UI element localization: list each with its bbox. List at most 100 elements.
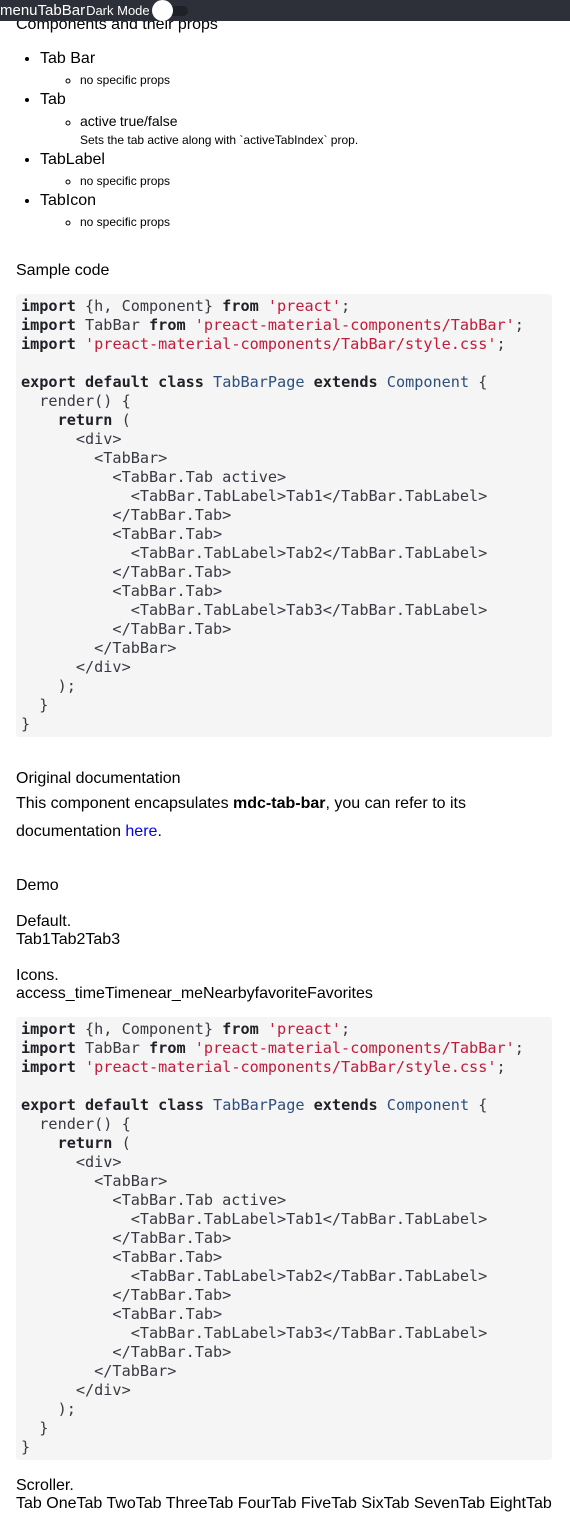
code-token: extends [313, 373, 387, 391]
default-tab-bar: Tab1Tab2Tab3 [16, 930, 120, 950]
code-block: import {h, Component} from 'preact'; imp… [16, 1017, 552, 1460]
code-token: class [158, 373, 214, 391]
code-token: TabBar [85, 1039, 150, 1057]
prop-item: active true/false Sets the tab active al… [80, 111, 358, 149]
code-token: ; [496, 335, 506, 353]
code-token: render() { [21, 392, 131, 410]
top-app-bar: menu TabBar Dark Mode [0, 0, 570, 21]
code-token: import [21, 1020, 86, 1038]
list-item: Tab active true/false Sets the tab activ… [40, 89, 358, 149]
prop-item: no specific props [80, 171, 358, 190]
original-doc-heading: Original documentation [16, 770, 181, 787]
dark-mode-toggle[interactable] [151, 0, 188, 21]
code-token: from [222, 1020, 268, 1038]
code-token: ; [514, 316, 524, 334]
components-list: Tab Bar no specific props Tab active tru… [0, 48, 358, 231]
tab-three[interactable]: Tab Three [136, 1495, 208, 1512]
code-token: 'preact' [267, 297, 342, 315]
code-token: ; [341, 297, 351, 315]
code-token: import [21, 316, 86, 334]
code-token: export [21, 373, 86, 391]
tab-eight[interactable]: Tab Eight [459, 1495, 526, 1512]
access-time-icon: access_time [16, 985, 105, 1002]
code-body: <div> <TabBar> <TabBar.Tab active> <TabB… [21, 430, 488, 733]
tab-label: Favorites [307, 985, 373, 1002]
code-token: ( [112, 411, 131, 429]
doc-link-here[interactable]: here [125, 823, 157, 840]
tab-four[interactable]: Tab Four [208, 1495, 271, 1512]
tab-3[interactable]: Tab3 [85, 931, 120, 948]
doc-text: This component encapsulates [16, 795, 234, 812]
props-list: no specific props [40, 212, 358, 231]
prop-name: active [80, 113, 117, 129]
doc-text: , you can refer to its [325, 795, 466, 812]
code-token: Component [386, 373, 470, 391]
dark-mode-label: Dark Mode [86, 3, 150, 18]
sample-code-heading: Sample code [16, 262, 110, 279]
demo-icons-label: Icons. [16, 967, 59, 984]
component-name: Tab Bar [40, 50, 96, 67]
prop-values: true/false [119, 113, 178, 129]
tab-six[interactable]: Tab Six [331, 1495, 383, 1512]
prop-description: Sets the tab active along with `activeTa… [80, 133, 359, 147]
code-token: render() { [21, 1115, 131, 1133]
prop-item: no specific props [80, 212, 358, 231]
code-token: import [21, 1039, 86, 1057]
favorite-icon: favorite [254, 985, 308, 1002]
tab-time[interactable]: access_timeTime [16, 985, 140, 1002]
tab-label: Nearby [203, 985, 255, 1002]
menu-icon[interactable]: menu [0, 0, 38, 21]
props-list: no specific props [40, 70, 358, 89]
code-token: 'preact-material-components/TabBar' [194, 316, 515, 334]
code-token: 'preact' [267, 1020, 342, 1038]
code-token: Component [386, 1096, 470, 1114]
scroller-tab-bar[interactable]: Tab OneTab TwoTab ThreeTab FourTab FiveT… [16, 1494, 554, 1514]
prop-item: no specific props [80, 70, 358, 89]
code-token: {h, Component} [85, 1020, 223, 1038]
code-token: from [222, 297, 268, 315]
code-token: default [85, 373, 159, 391]
code-body: <div> <TabBar> <TabBar.Tab active> <TabB… [21, 1153, 488, 1456]
tab-nine[interactable]: Tab Nine [526, 1495, 554, 1512]
code-token: class [158, 1096, 214, 1114]
tab-nearby[interactable]: near_meNearby [140, 985, 255, 1002]
code-token: ; [496, 1058, 506, 1076]
page-title: TabBar [37, 2, 86, 19]
list-item: TabIcon no specific props [40, 190, 358, 231]
code-token: import [21, 335, 86, 353]
code-token: 'preact-material-components/TabBar/style… [85, 1058, 497, 1076]
doc-text: documentation [16, 823, 126, 840]
tab-five[interactable]: Tab Five [271, 1495, 331, 1512]
demo-scroller-label: Scroller. [16, 1477, 74, 1494]
icons-tab-bar: access_timeTimenear_meNearbyfavoriteFavo… [16, 984, 373, 1004]
toggle-thumb[interactable] [151, 0, 173, 21]
component-name: TabLabel [40, 151, 105, 168]
props-list: no specific props [40, 171, 358, 190]
tab-two[interactable]: Tab Two [76, 1495, 135, 1512]
original-doc-text: This component encapsulates mdc-tab-bar,… [16, 790, 552, 846]
demo-default-label: Default. [16, 913, 72, 930]
demo-heading: Demo [16, 877, 59, 894]
near-me-icon: near_me [139, 985, 204, 1002]
tab-one[interactable]: Tab One [16, 1495, 76, 1512]
tab-favorites[interactable]: favoriteFavorites [255, 985, 373, 1002]
tab-label: Time [104, 985, 140, 1002]
props-list: active true/false Sets the tab active al… [40, 111, 358, 149]
tab-1[interactable]: Tab1 [16, 931, 51, 948]
component-name: Tab [40, 91, 66, 108]
tab-seven[interactable]: Tab Seven [384, 1495, 460, 1512]
tab-2[interactable]: Tab2 [51, 931, 86, 948]
code-token: return [57, 1134, 113, 1152]
code-token: TabBarPage [213, 373, 314, 391]
code-token: 'preact-material-components/TabBar' [194, 1039, 515, 1057]
list-item: Tab Bar no specific props [40, 48, 358, 89]
code-token: from [149, 1039, 195, 1057]
code-token: ( [112, 1134, 131, 1152]
code-token: {h, Component} [85, 297, 223, 315]
code-token: from [149, 316, 195, 334]
code-token: ; [514, 1039, 524, 1057]
code-token: TabBar [85, 316, 150, 334]
code-block: import {h, Component} from 'preact'; imp… [16, 294, 552, 737]
code-token: import [21, 297, 86, 315]
